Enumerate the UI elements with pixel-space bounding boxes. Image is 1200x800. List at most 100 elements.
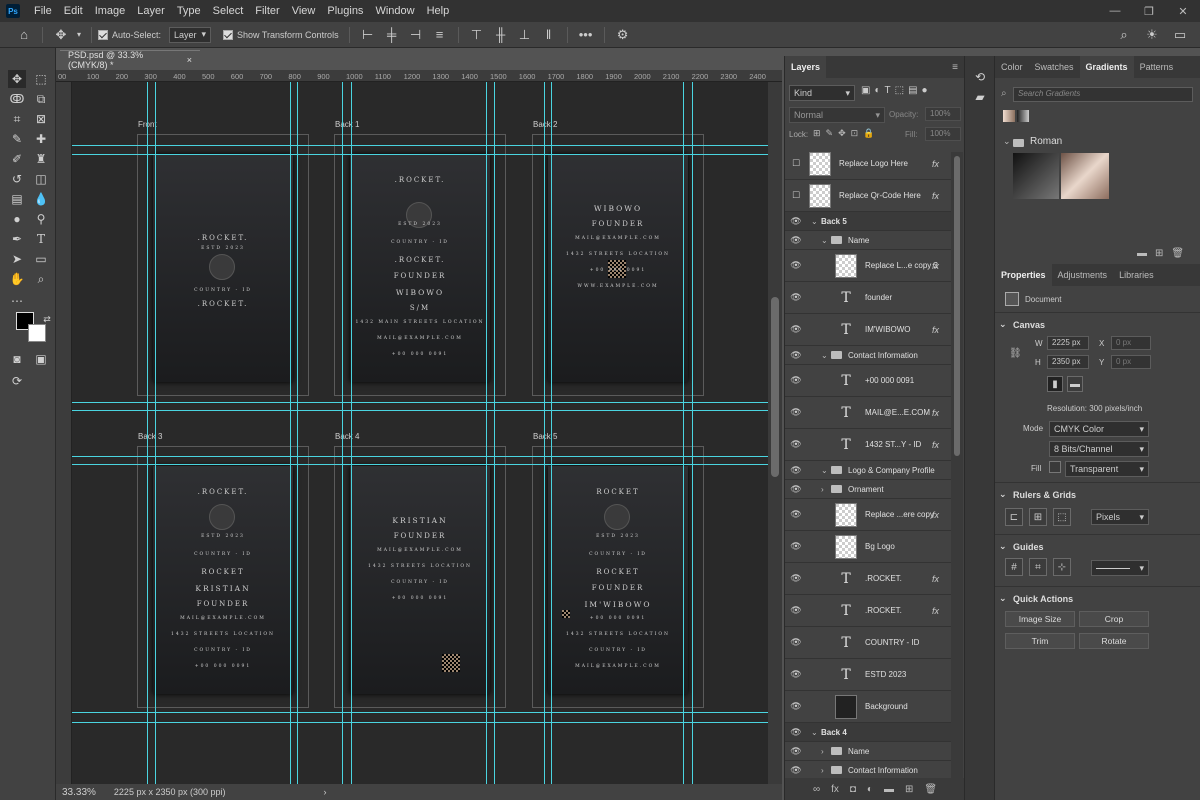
visibility-eye-icon[interactable]: 👁 bbox=[785, 637, 807, 648]
menu-edit[interactable]: Edit bbox=[58, 0, 89, 22]
align-bottom-icon[interactable]: ⊥ bbox=[513, 23, 537, 47]
visibility-eye-icon[interactable]: 👁 bbox=[785, 260, 807, 271]
menu-layer[interactable]: Layer bbox=[131, 0, 171, 22]
layer-row[interactable]: 👁 T COUNTRY - ID bbox=[785, 627, 951, 659]
landscape-orientation-icon[interactable]: ▬ bbox=[1067, 376, 1083, 392]
add-style-icon[interactable]: fx bbox=[831, 784, 839, 795]
search-gradients-input[interactable]: Search Gradients bbox=[1013, 87, 1193, 102]
quick-mask-icon[interactable]: ◙ bbox=[8, 350, 26, 368]
chevron-down-icon[interactable]: ⌄ bbox=[811, 728, 821, 737]
link-layers-icon[interactable]: ∞ bbox=[813, 784, 820, 795]
align-middle-v-icon[interactable]: ╫ bbox=[489, 23, 513, 47]
link-icon[interactable]: ⛓ bbox=[1009, 348, 1022, 359]
opacity-input[interactable]: 100% bbox=[925, 107, 961, 121]
visibility-eye-icon[interactable]: 👁 bbox=[785, 765, 807, 776]
filter-shape-icon[interactable]: ⬚ bbox=[895, 85, 904, 96]
distribute-h-icon[interactable]: ≡ bbox=[428, 23, 452, 47]
blur-tool-icon[interactable]: 💧 bbox=[32, 190, 50, 208]
layer-effects-icon[interactable]: fx bbox=[932, 191, 939, 201]
menu-filter[interactable]: Filter bbox=[249, 0, 285, 22]
gradient-swatch-rose[interactable] bbox=[1061, 153, 1109, 199]
chevron-down-icon[interactable]: ⌄ bbox=[821, 466, 831, 475]
comments-panel-icon[interactable]: ▰ bbox=[971, 88, 989, 106]
tab-color[interactable]: Color bbox=[995, 56, 1029, 78]
share-icon[interactable]: ▭ bbox=[1168, 23, 1192, 47]
move-tool-icon[interactable]: ✥ bbox=[49, 23, 73, 47]
layer-effects-icon[interactable]: fx bbox=[932, 159, 939, 169]
grid-toggle-icon[interactable]: ⊞ bbox=[1029, 508, 1047, 526]
add-mask-icon[interactable]: ◘ bbox=[850, 784, 856, 795]
visibility-eye-icon[interactable]: 👁 bbox=[785, 350, 807, 361]
visibility-eye-icon[interactable]: 👁 bbox=[785, 235, 807, 246]
close-tab-icon[interactable]: × bbox=[187, 55, 192, 65]
align-top-icon[interactable]: ⊤ bbox=[465, 23, 489, 47]
height-input[interactable]: 2350 px bbox=[1047, 355, 1089, 369]
business-card[interactable]: .ROCKET. ESTD 2023 COUNTRY - ID .ROCKET. FOU… bbox=[350, 154, 490, 382]
gradient-group-name[interactable]: Roman bbox=[1030, 136, 1062, 147]
more-options-button[interactable]: ••• bbox=[574, 23, 598, 47]
chevron-down-icon[interactable]: ⌄ bbox=[999, 489, 1007, 500]
visibility-eye-icon[interactable]: 👁 bbox=[785, 484, 807, 495]
delete-layer-icon[interactable]: 🗑 bbox=[924, 784, 937, 795]
guide-line[interactable] bbox=[494, 82, 495, 784]
guide-line[interactable] bbox=[351, 82, 352, 784]
layer-row[interactable]: 👁 T IM'WIBOWO fx bbox=[785, 314, 951, 346]
layer-row[interactable]: 👁 T .ROCKET. fx bbox=[785, 595, 951, 627]
tab-gradients[interactable]: Gradients bbox=[1079, 56, 1134, 78]
bit-depth-dropdown[interactable]: 8 Bits/Channel ▾ bbox=[1049, 441, 1149, 457]
layer-effects-icon[interactable]: fx bbox=[932, 325, 939, 335]
tab-patterns[interactable]: Patterns bbox=[1134, 56, 1180, 78]
scroll-thumb[interactable] bbox=[771, 297, 779, 477]
menu-window[interactable]: Window bbox=[369, 0, 420, 22]
visibility-eye-icon[interactable]: 👁 bbox=[785, 439, 807, 450]
guide-line[interactable] bbox=[72, 410, 768, 411]
eyedropper-tool-icon[interactable]: ✎ bbox=[8, 130, 26, 148]
auto-select-checkbox[interactable] bbox=[98, 29, 108, 40]
layer-row[interactable]: 👁 Replace L...e copy 2 fx bbox=[785, 250, 951, 282]
tab-layers[interactable]: Layers bbox=[785, 56, 827, 78]
document-tab[interactable]: PSD.psd @ 33.3% (CMYK/8) * × bbox=[60, 50, 200, 70]
guide-line[interactable] bbox=[72, 464, 768, 465]
layer-row[interactable]: 👁 Background bbox=[785, 691, 951, 723]
menu-file[interactable]: File bbox=[28, 0, 58, 22]
layer-row[interactable]: 👁 ⌄ Contact Information bbox=[785, 346, 951, 365]
home-icon[interactable]: ⌂ bbox=[12, 23, 36, 47]
marquee-tool-icon[interactable]: ⬚ bbox=[32, 70, 50, 88]
delete-gradient-icon[interactable]: 🗑 bbox=[1171, 248, 1184, 259]
fill-input[interactable]: 100% bbox=[925, 127, 961, 141]
zoom-level[interactable]: 33.33% bbox=[62, 787, 96, 798]
minimize-button[interactable]: — bbox=[1098, 0, 1132, 22]
pixel-grid-icon[interactable]: ⬚ bbox=[1053, 508, 1071, 526]
new-layer-icon[interactable]: ⊞ bbox=[905, 784, 913, 795]
fill-swatch[interactable] bbox=[1049, 461, 1061, 473]
layer-row[interactable]: 👁 › Ornament bbox=[785, 480, 951, 499]
crop-tool-icon[interactable]: ⌗ bbox=[8, 110, 26, 128]
guide-line[interactable] bbox=[147, 82, 148, 784]
filter-adjustment-icon[interactable]: ◐ bbox=[874, 85, 880, 96]
guide-line[interactable] bbox=[486, 82, 487, 784]
menu-view[interactable]: View bbox=[286, 0, 322, 22]
menu-select[interactable]: Select bbox=[207, 0, 250, 22]
artboard-label[interactable]: Back 3 bbox=[138, 432, 162, 441]
layer-row[interactable]: 👁 Bg Logo bbox=[785, 531, 951, 563]
filter-toggle-icon[interactable]: ● bbox=[922, 85, 928, 96]
visibility-eye-icon[interactable]: ☐ bbox=[785, 190, 807, 201]
guides-toggle-icon[interactable]: # bbox=[1005, 558, 1023, 576]
generative-icon[interactable]: ⟳ bbox=[8, 372, 26, 390]
guide-line[interactable] bbox=[683, 82, 684, 784]
lock-guides-icon[interactable]: ⌗ bbox=[1029, 558, 1047, 576]
business-card[interactable]: ROCKET ESTD 2023 COUNTRY - ID ROCKET FOUNDER… bbox=[548, 466, 688, 694]
fill-dropdown[interactable]: Transparent ▾ bbox=[1065, 461, 1149, 477]
visibility-eye-icon[interactable]: 👁 bbox=[785, 509, 807, 520]
layer-row[interactable]: 👁 ⌄ Back 5 bbox=[785, 212, 951, 231]
swap-colors-icon[interactable]: ⇄ bbox=[38, 310, 56, 328]
visibility-eye-icon[interactable]: 👁 bbox=[785, 727, 807, 738]
menu-plugins[interactable]: Plugins bbox=[321, 0, 369, 22]
menu-image[interactable]: Image bbox=[89, 0, 132, 22]
business-card[interactable]: .ROCKET. ESTD 2023 COUNTRY - ID .ROCKET. bbox=[153, 154, 293, 382]
visibility-eye-icon[interactable]: 👁 bbox=[785, 292, 807, 303]
gradient-tool-icon[interactable]: ▤ bbox=[8, 190, 26, 208]
chevron-down-icon[interactable]: ⌄ bbox=[811, 217, 821, 226]
layer-row[interactable]: 👁 T 1432 ST...Y - ID fx bbox=[785, 429, 951, 461]
gear-icon[interactable]: ⚙ bbox=[611, 23, 635, 47]
